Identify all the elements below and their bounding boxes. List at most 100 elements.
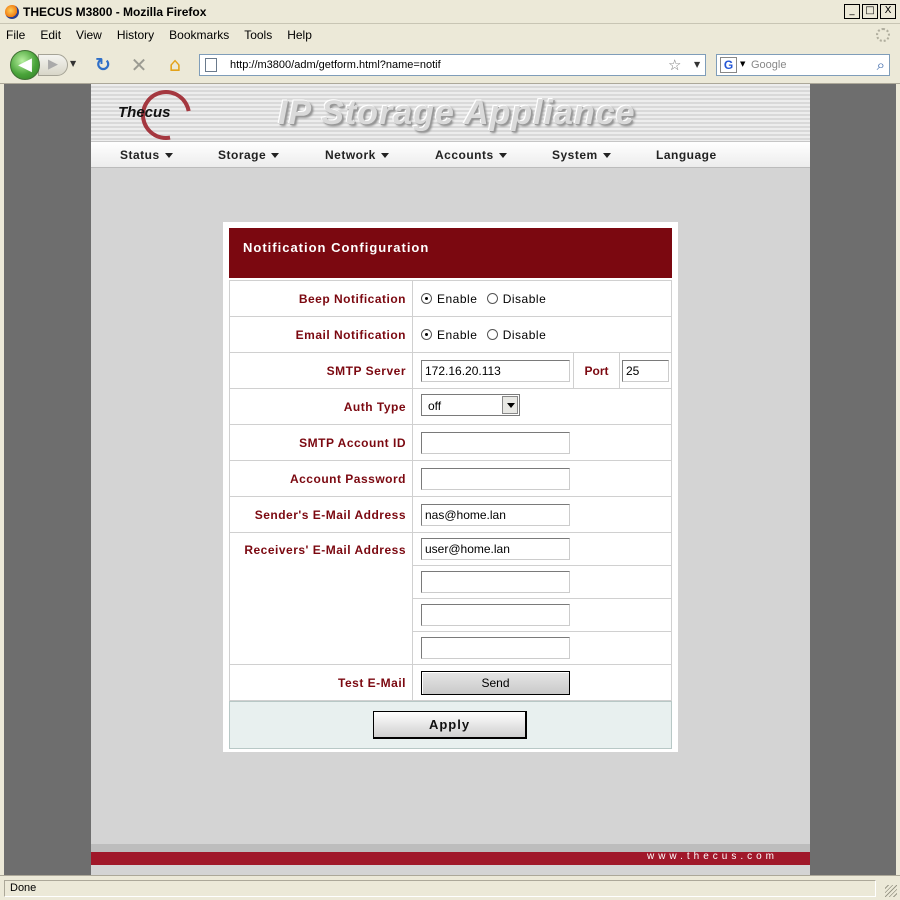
- email-disable-label: Disable: [502, 327, 547, 342]
- window-controls: _ □ X: [844, 4, 896, 19]
- url-input[interactable]: [230, 57, 660, 73]
- search-icon[interactable]: ⌕: [877, 56, 885, 74]
- resize-grip-icon[interactable]: [885, 885, 897, 897]
- receiver-cell: [412, 565, 672, 599]
- beep-disable-label: Disable: [502, 291, 547, 306]
- smtp-server-cell: [412, 352, 574, 389]
- password-input[interactable]: [421, 467, 570, 490]
- menu-bar: File Edit View History Bookmarks Tools H…: [0, 24, 900, 46]
- menu-history[interactable]: History: [117, 28, 154, 42]
- menu-bookmarks[interactable]: Bookmarks: [169, 28, 229, 42]
- menu-tools[interactable]: Tools: [244, 28, 272, 42]
- notification-form: Beep Notification Enable Disable Email N…: [229, 280, 672, 701]
- content-viewport: Thecus IP Storage Appliance Status Stora…: [4, 84, 896, 875]
- back-button[interactable]: ◀: [10, 50, 40, 80]
- reload-icon[interactable]: ↻: [93, 55, 113, 75]
- maximize-button[interactable]: □: [862, 4, 878, 19]
- window-title: THECUS M3800 - Mozilla Firefox: [23, 4, 207, 19]
- search-bar[interactable]: G ▼ ⌕: [716, 54, 890, 76]
- menu-help[interactable]: Help: [287, 28, 312, 42]
- send-button[interactable]: Send: [421, 670, 570, 695]
- status-bar: Done: [0, 875, 900, 900]
- google-engine-icon[interactable]: G: [720, 57, 737, 73]
- forward-button[interactable]: ▶: [38, 54, 68, 76]
- email-enable-label: Enable: [437, 327, 478, 342]
- history-dropdown-icon[interactable]: ▼: [70, 59, 76, 68]
- web-page: Thecus IP Storage Appliance Status Stora…: [91, 84, 810, 875]
- throbber-icon: [876, 28, 890, 42]
- notification-panel: Notification Configuration Beep Notifica…: [223, 222, 678, 752]
- search-input[interactable]: [751, 57, 869, 73]
- thecus-logo: Thecus: [118, 104, 171, 121]
- beep-options: Enable Disable: [412, 280, 672, 317]
- menu-view[interactable]: View: [76, 28, 102, 42]
- search-engine-dropdown-icon[interactable]: ▼: [740, 60, 745, 68]
- auth-type-cell: off: [412, 388, 672, 425]
- apply-button[interactable]: Apply: [373, 711, 527, 739]
- sender-label: Sender's E-Mail Address: [229, 496, 413, 533]
- nav-status[interactable]: Status: [120, 148, 173, 162]
- receivers-label: Receivers' E-Mail Address: [229, 532, 413, 665]
- nav-system[interactable]: System: [552, 148, 611, 162]
- form-row-auth-type: Auth Type off: [229, 388, 672, 425]
- port-label: Port: [573, 352, 620, 389]
- password-cell: [412, 460, 672, 497]
- receiver-cell: [412, 532, 672, 566]
- firefox-icon: [5, 4, 19, 19]
- dropdown-arrow-icon: [164, 153, 173, 159]
- window-titlebar: THECUS M3800 - Mozilla Firefox _ □ X: [0, 0, 900, 24]
- bookmark-star-icon[interactable]: ☆: [668, 56, 681, 74]
- receiver-email-input-1[interactable]: [421, 538, 570, 560]
- beep-disable-radio[interactable]: [486, 293, 498, 305]
- sender-email-input[interactable]: [421, 503, 570, 526]
- apply-row: Apply: [229, 701, 672, 749]
- nav-language[interactable]: Language: [656, 148, 717, 162]
- beep-enable-label: Enable: [437, 291, 478, 306]
- receiver-email-input-4[interactable]: [421, 637, 570, 659]
- receiver-email-input-3[interactable]: [421, 604, 570, 626]
- home-icon[interactable]: ⌂: [164, 54, 186, 76]
- url-bar[interactable]: ☆ ▼: [199, 54, 706, 76]
- nav-network[interactable]: Network: [325, 148, 389, 162]
- panel-title: Notification Configuration: [229, 228, 672, 278]
- nav-storage-label: Storage: [218, 148, 267, 162]
- minimize-button[interactable]: _: [844, 4, 860, 19]
- stop-icon[interactable]: ✕: [129, 55, 149, 75]
- auth-type-label: Auth Type: [229, 388, 413, 425]
- url-dropdown-icon[interactable]: ▼: [694, 60, 700, 69]
- site-header: Thecus IP Storage Appliance: [91, 84, 810, 150]
- email-disable-radio[interactable]: [486, 329, 498, 341]
- site-footer: www.thecus.com: [91, 851, 810, 865]
- form-row-test-email: Test E-Mail Send: [229, 664, 672, 701]
- close-button[interactable]: X: [880, 4, 896, 19]
- navigation-toolbar: ▶ ◀ ▼ ↻ ✕ ⌂ ☆ ▼ G ▼ ⌕: [0, 46, 900, 84]
- smtp-server-label: SMTP Server: [229, 352, 413, 389]
- receiver-cell: [412, 631, 672, 665]
- dropdown-arrow-icon: [602, 153, 611, 159]
- smtp-server-input[interactable]: [421, 359, 570, 382]
- status-text: Done: [4, 880, 876, 897]
- test-email-label: Test E-Mail: [229, 664, 413, 701]
- menu-file[interactable]: File: [6, 28, 25, 42]
- receiver-email-input-2[interactable]: [421, 571, 570, 593]
- port-input[interactable]: [622, 359, 669, 382]
- smtp-account-input[interactable]: [421, 431, 570, 454]
- nav-accounts-label: Accounts: [435, 148, 494, 162]
- auth-type-select[interactable]: off: [421, 394, 520, 416]
- email-enable-radio[interactable]: [421, 329, 432, 341]
- test-email-cell: Send: [412, 664, 672, 701]
- form-row-smtp-server: SMTP Server Port: [229, 352, 672, 389]
- form-row-password: Account Password: [229, 460, 672, 497]
- menu-edit[interactable]: Edit: [40, 28, 61, 42]
- nav-accounts[interactable]: Accounts: [435, 148, 507, 162]
- email-notification-label: Email Notification: [229, 316, 413, 353]
- receiver-cell: [412, 598, 672, 632]
- dropdown-arrow-icon: [271, 153, 280, 159]
- dropdown-arrow-icon[interactable]: [502, 396, 518, 414]
- password-label: Account Password: [229, 460, 413, 497]
- auth-type-value: off: [428, 399, 442, 413]
- nav-storage[interactable]: Storage: [218, 148, 280, 162]
- form-row-email: Email Notification Enable Disable: [229, 316, 672, 353]
- beep-enable-radio[interactable]: [421, 293, 432, 305]
- nav-system-label: System: [552, 148, 598, 162]
